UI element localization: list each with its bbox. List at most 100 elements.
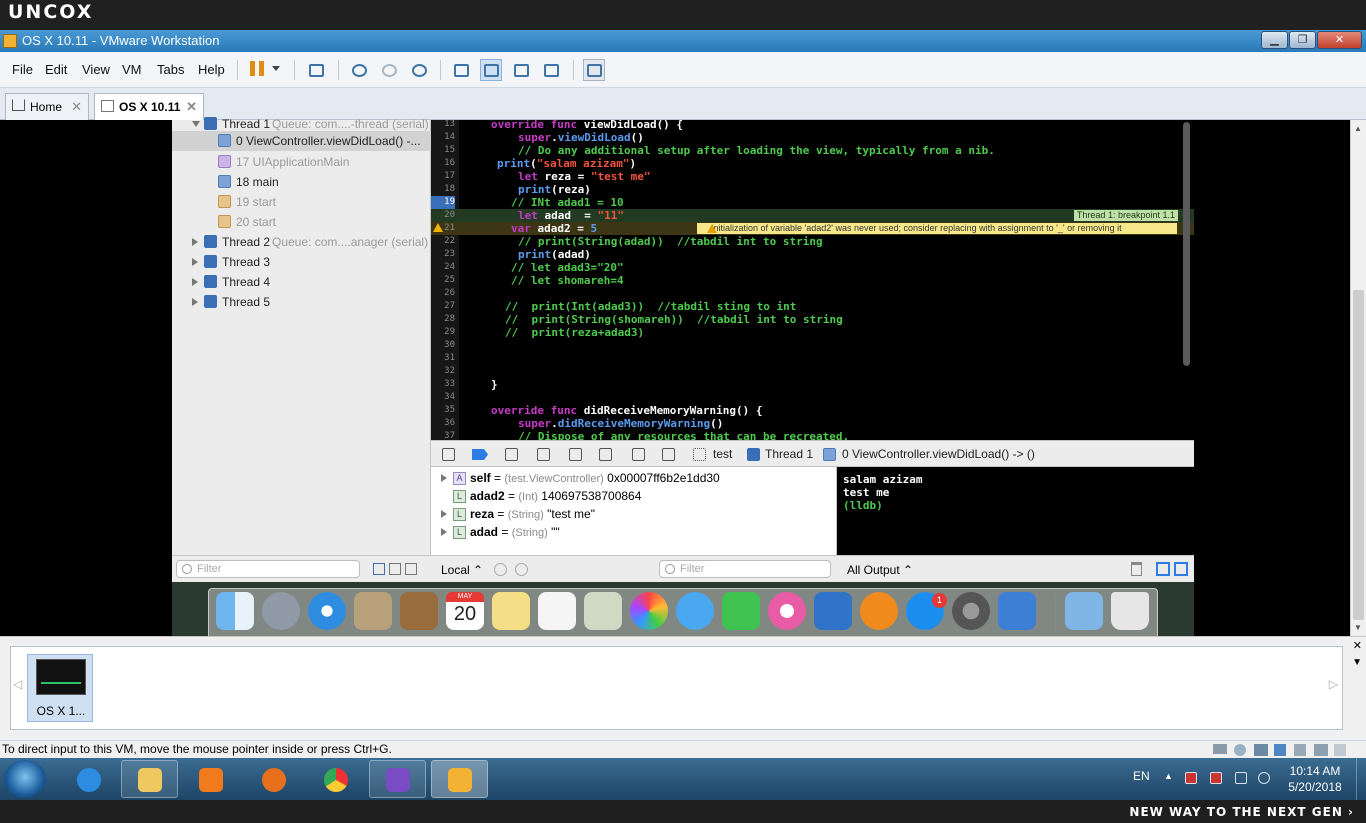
vm-thumbnail[interactable]: OS X 1... xyxy=(27,654,93,722)
messages-icon[interactable] xyxy=(676,592,714,630)
warning-annotation[interactable]: Initialization of variable 'adad2' was n… xyxy=(697,223,1177,234)
menu-edit[interactable]: Edit xyxy=(45,62,67,77)
pause-icon[interactable] xyxy=(250,61,264,76)
show-desktop-button[interactable] xyxy=(1356,758,1366,800)
notes-icon[interactable] xyxy=(492,592,530,630)
line-number[interactable]: 30 xyxy=(431,339,455,352)
trash-icon[interactable] xyxy=(1131,562,1142,576)
console-view-icon[interactable] xyxy=(583,59,605,81)
taskbar-ie[interactable] xyxy=(60,760,117,798)
view-hierarchy-icon[interactable] xyxy=(632,448,645,461)
line-number[interactable]: 16 xyxy=(431,157,455,170)
library-icon[interactable] xyxy=(450,59,472,81)
process-view-icon[interactable] xyxy=(389,563,401,575)
hide-debug-area-icon[interactable] xyxy=(442,448,455,461)
snapshot-icon[interactable] xyxy=(348,59,370,81)
close-tab-icon[interactable]: ✕ xyxy=(71,99,82,115)
display-icon[interactable] xyxy=(1314,744,1328,756)
start-button[interactable] xyxy=(4,760,46,798)
line-number[interactable]: 28 xyxy=(431,313,455,326)
disclosure-closed-icon[interactable] xyxy=(192,278,198,286)
itunes-icon[interactable] xyxy=(768,592,806,630)
breakpoints-toggle-icon[interactable] xyxy=(472,449,488,460)
usb-icon[interactable] xyxy=(1274,744,1286,756)
continue-icon[interactable] xyxy=(505,448,518,461)
restore-button[interactable]: ❐ xyxy=(1289,31,1316,49)
message-icon[interactable] xyxy=(1334,744,1346,756)
line-number[interactable]: 27 xyxy=(431,300,455,313)
photos-icon[interactable] xyxy=(630,592,668,630)
info-icon[interactable] xyxy=(515,563,528,576)
disclosure-closed-icon[interactable] xyxy=(441,528,447,536)
line-number[interactable]: 22 xyxy=(431,235,455,248)
menu-view[interactable]: View xyxy=(82,62,110,77)
editor-scrollbar[interactable] xyxy=(1183,122,1190,366)
variable-row[interactable]: L adad = (String) "" xyxy=(431,523,837,541)
lldb-prompt[interactable]: (lldb) xyxy=(843,499,1194,512)
scroll-right-icon[interactable]: ▷ xyxy=(1329,677,1338,691)
xcode-icon[interactable] xyxy=(814,592,852,630)
line-number[interactable]: 36 xyxy=(431,417,455,430)
line-number[interactable]: 34 xyxy=(431,391,455,404)
nav-frame-0[interactable]: 0 ViewController.viewDidLoad() -... xyxy=(172,131,431,151)
chevron-down-icon[interactable]: ▼ xyxy=(1352,657,1362,668)
line-number[interactable]: 23 xyxy=(431,248,455,261)
hard-disk-icon[interactable] xyxy=(1213,744,1227,754)
navigator-filter-input[interactable]: Filter xyxy=(176,560,360,578)
crumb-frame[interactable]: 0 ViewController.viewDidLoad() -> () xyxy=(842,447,1035,461)
normal-view-icon[interactable] xyxy=(480,59,502,81)
tab-home[interactable]: Home ✕ xyxy=(5,93,89,120)
vm-scrollbar[interactable]: ▲ ▼ xyxy=(1350,120,1366,636)
line-number[interactable]: 37 xyxy=(431,430,455,440)
line-number[interactable]: 32 xyxy=(431,365,455,378)
queue-view-icon[interactable] xyxy=(405,563,417,575)
taskbar-vmware[interactable] xyxy=(431,760,488,798)
close-tab-icon[interactable]: ✕ xyxy=(186,99,197,115)
nav-frame-17[interactable]: 17 UIApplicationMain xyxy=(172,152,431,172)
security-icon[interactable] xyxy=(1210,772,1222,784)
step-out-icon[interactable] xyxy=(599,448,612,461)
nav-thread-5[interactable]: Thread 5 xyxy=(172,292,431,312)
finder-icon[interactable] xyxy=(216,592,254,630)
unity-icon[interactable] xyxy=(540,59,562,81)
line-number[interactable]: 26 xyxy=(431,287,455,300)
ibooks-icon[interactable] xyxy=(860,592,898,630)
revert-snapshot-icon[interactable] xyxy=(378,59,400,81)
taskbar-chrome[interactable] xyxy=(307,760,364,798)
signal-icon[interactable] xyxy=(1235,772,1247,784)
console-output[interactable]: salam azizam test me (lldb) xyxy=(837,467,1194,555)
network-icon[interactable] xyxy=(1254,744,1268,756)
step-over-icon[interactable] xyxy=(537,448,550,461)
action-center-icon[interactable] xyxy=(1185,772,1197,784)
scope-select[interactable]: Local ⌃ xyxy=(441,563,483,577)
sound-icon[interactable] xyxy=(1294,744,1306,756)
disclosure-closed-icon[interactable] xyxy=(192,238,198,246)
line-number[interactable]: 24 xyxy=(431,261,455,274)
variable-row[interactable]: A self = (test.ViewController) 0x00007ff… xyxy=(431,469,837,487)
volume-icon[interactable] xyxy=(1258,772,1270,784)
reminders-icon[interactable] xyxy=(538,592,576,630)
step-into-icon[interactable] xyxy=(569,448,582,461)
calendar-icon[interactable]: MAY 20 xyxy=(446,592,484,630)
nav-frame-20[interactable]: 20 start xyxy=(172,212,431,232)
line-number[interactable]: 20 xyxy=(431,209,455,222)
show-hidden-icons-icon[interactable]: ▲ xyxy=(1164,771,1173,781)
simulator-icon[interactable] xyxy=(998,592,1036,630)
show-variables-icon[interactable] xyxy=(1156,562,1170,576)
eye-icon[interactable] xyxy=(494,563,507,576)
crashed-threads-icon[interactable] xyxy=(373,563,385,575)
line-number[interactable]: 14 xyxy=(431,131,455,144)
system-clock[interactable]: 10:14 AM 5/20/2018 xyxy=(1280,763,1350,795)
crumb-target[interactable]: test xyxy=(713,447,732,461)
simulate-location-icon[interactable] xyxy=(662,448,675,461)
full-screen-icon[interactable] xyxy=(510,59,532,81)
menu-help[interactable]: Help xyxy=(198,62,225,77)
line-number[interactable]: 13 xyxy=(431,120,455,131)
maps-icon[interactable] xyxy=(584,592,622,630)
contacts-icon[interactable] xyxy=(400,592,438,630)
safari-icon[interactable] xyxy=(308,592,346,630)
crumb-thread[interactable]: Thread 1 xyxy=(765,447,813,461)
line-number[interactable]: 33 xyxy=(431,378,455,391)
send-ctrl-alt-del-icon[interactable] xyxy=(305,59,327,81)
line-number[interactable]: 15 xyxy=(431,144,455,157)
